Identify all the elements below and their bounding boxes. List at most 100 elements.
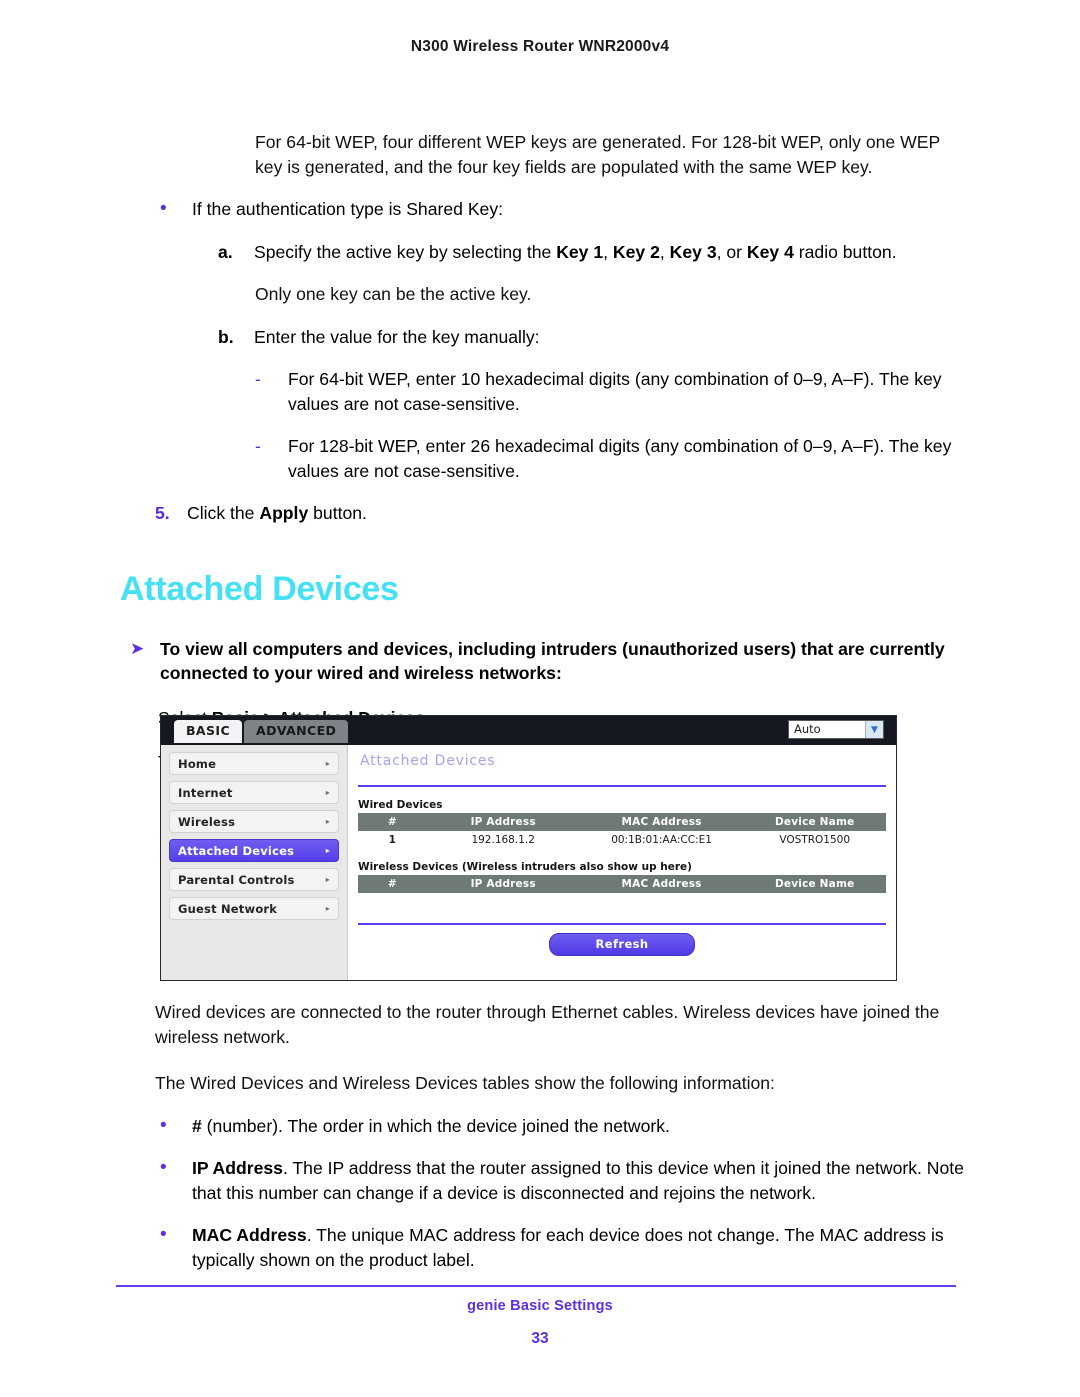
bullet-icon: • [160, 1224, 167, 1245]
cell-device-name: VOSTRO1500 [743, 831, 886, 849]
cell-number: 1 [358, 831, 427, 849]
step-a-marker: a. [218, 241, 233, 262]
wep-paragraph: For 64-bit WEP, four different WEP keys … [255, 132, 940, 177]
sidebar-item-label: Guest Network [178, 901, 278, 916]
table-header-row: # IP Address MAC Address Device Name [358, 875, 886, 893]
column-header-number: # [358, 875, 427, 893]
bullet-shared-key-text: If the authentication type is Shared Key… [192, 199, 504, 219]
router-tab-bar: BASIC ADVANCED [174, 720, 349, 743]
column-header-mac-address: MAC Address [579, 813, 744, 831]
table-row: 1 192.168.1.2 00:1B:01:AA:CC:E1 VOSTRO15… [358, 831, 886, 849]
chevron-right-icon: ▸ [325, 817, 330, 826]
step-a-suffix: radio button. [793, 241, 897, 262]
step-5-text: Click the Apply button. [187, 501, 968, 526]
step-a: a. Specify the active key by selecting t… [218, 240, 970, 265]
step-5: 5. Click the Apply button. [155, 501, 968, 526]
step-a-sep3: , or [716, 241, 747, 262]
step-b-text: Enter the value for the key manually: [254, 326, 540, 347]
dash-icon: - [255, 436, 261, 456]
key-3-label: Key 3 [669, 241, 717, 262]
chevron-right-icon: ▸ [325, 875, 330, 884]
step-a-prefix: Specify the active key by selecting the [254, 241, 557, 262]
language-select[interactable]: Auto ▼ [788, 720, 884, 739]
tab-basic[interactable]: BASIC [174, 720, 243, 743]
step-a-note: Only one key can be the active key. [255, 284, 532, 304]
step-b-marker: b. [218, 326, 234, 347]
dash-icon: - [255, 369, 261, 389]
wireless-devices-table: # IP Address MAC Address Device Name [358, 875, 886, 913]
procedure-heading: ➤ To view all computers and devices, inc… [130, 637, 975, 686]
chevron-right-icon: ▸ [325, 846, 330, 855]
step-5-suffix: button. [308, 503, 367, 523]
footer-divider [116, 1285, 956, 1287]
document-running-header: N300 Wireless Router WNR2000v4 [410, 38, 670, 55]
cell-mac-address: 00:1B:01:AA:CC:E1 [579, 831, 744, 849]
tab-advanced[interactable]: ADVANCED [244, 720, 349, 743]
divider-top [358, 785, 886, 787]
router-content-pane: Attached Devices Wired Devices # IP Addr… [348, 745, 896, 980]
step-b-dash-2: - For 128-bit WEP, enter 26 hexadecimal … [255, 434, 972, 483]
column-header-mac-address: MAC Address [579, 875, 744, 893]
sidebar-item-parental-controls[interactable]: Parental Controls ▸ [169, 868, 339, 891]
bullet-icon: • [160, 1114, 167, 1136]
field-label-mac-address: MAC Address [192, 1225, 307, 1245]
sidebar-item-label: Internet [178, 785, 233, 800]
router-sidebar: Home ▸ Internet ▸ Wireless ▸ Attached De… [161, 745, 348, 980]
chevron-right-icon: ▸ [325, 788, 330, 797]
table-header-row: # IP Address MAC Address Device Name [358, 813, 886, 831]
sidebar-item-label: Home [178, 756, 217, 771]
sidebar-item-guest-network[interactable]: Guest Network ▸ [169, 897, 339, 920]
wired-devices-description: Wired devices are connected to the route… [155, 1002, 940, 1047]
page-title: Attached Devices [120, 569, 399, 608]
wireless-devices-caption: Wireless Devices (Wireless intruders als… [358, 861, 692, 873]
sidebar-item-attached-devices[interactable]: Attached Devices ▸ [169, 839, 339, 862]
page-number: 33 [531, 1330, 549, 1347]
apply-button-label: Apply [259, 503, 309, 523]
sidebar-item-wireless[interactable]: Wireless ▸ [169, 810, 339, 833]
column-header-device-name: Device Name [743, 875, 886, 893]
arrow-right-icon: ➤ [130, 638, 145, 658]
column-header-ip-address: IP Address [426, 875, 580, 893]
router-main-area: Home ▸ Internet ▸ Wireless ▸ Attached De… [161, 745, 896, 980]
field-label-number: # [192, 1115, 202, 1136]
column-header-device-name: Device Name [743, 813, 886, 831]
bullet-ip-address-field-text: IP Address. The IP address that the rout… [192, 1156, 968, 1205]
step-b: b. Enter the value for the key manually: [218, 325, 970, 350]
step-b-dash-1: - For 64-bit WEP, enter 10 hexadecimal d… [255, 367, 972, 416]
wired-devices-caption: Wired Devices [358, 799, 443, 811]
cell-ip-address: 192.168.1.2 [426, 831, 580, 849]
chevron-right-icon: ▸ [325, 759, 330, 768]
bullet-number-field-text: # (number). The order in which the devic… [192, 1114, 968, 1139]
field-label-ip-address: IP Address [192, 1158, 283, 1178]
field-desc-ip-address: . The IP address that the router assigne… [192, 1158, 964, 1203]
page-body: For 64-bit WEP, four different WEP keys … [0, 130, 1080, 775]
step-5-marker: 5. [155, 503, 170, 523]
key-2-label: Key 2 [612, 241, 660, 262]
step-5-prefix: Click the [187, 503, 260, 523]
bullet-ip-address-field: • IP Address. The IP address that the ro… [155, 1156, 968, 1205]
column-header-number: # [358, 813, 427, 831]
step-b-dash-2-text: For 128-bit WEP, enter 26 hexadecimal di… [288, 436, 952, 481]
sidebar-item-label: Attached Devices [178, 843, 295, 858]
sidebar-item-label: Parental Controls [178, 872, 295, 887]
router-ui-screenshot: BASIC ADVANCED Auto ▼ Home ▸ Internet ▸ … [160, 715, 897, 981]
field-desc-number: (number). The order in which the device … [201, 1115, 670, 1136]
refresh-button[interactable]: Refresh [549, 933, 695, 956]
sidebar-item-internet[interactable]: Internet ▸ [169, 781, 339, 804]
step-b-dash-1-text: For 64-bit WEP, enter 10 hexadecimal dig… [288, 369, 942, 414]
sidebar-item-home[interactable]: Home ▸ [169, 752, 339, 775]
bullet-number-field: • # (number). The order in which the dev… [155, 1114, 968, 1139]
bullet-mac-address-field: • MAC Address. The unique MAC address fo… [155, 1223, 968, 1272]
bullet-icon: • [160, 1157, 167, 1178]
chevron-right-icon: ▸ [325, 904, 330, 913]
step-a-text: Specify the active key by selecting the … [254, 240, 970, 265]
divider-bottom [358, 923, 886, 925]
footer-section-title: genie Basic Settings [467, 1298, 613, 1314]
bullet-mac-address-field-text: MAC Address. The unique MAC address for … [192, 1223, 968, 1272]
lower-body: Wired devices are connected to the route… [0, 1000, 1080, 1272]
step-a-sep2: , [659, 241, 670, 262]
language-select-value: Auto [794, 722, 821, 736]
step-a-sep1: , [603, 241, 613, 262]
key-4-label: Key 4 [746, 241, 794, 262]
router-top-bar: BASIC ADVANCED Auto ▼ [161, 716, 896, 745]
